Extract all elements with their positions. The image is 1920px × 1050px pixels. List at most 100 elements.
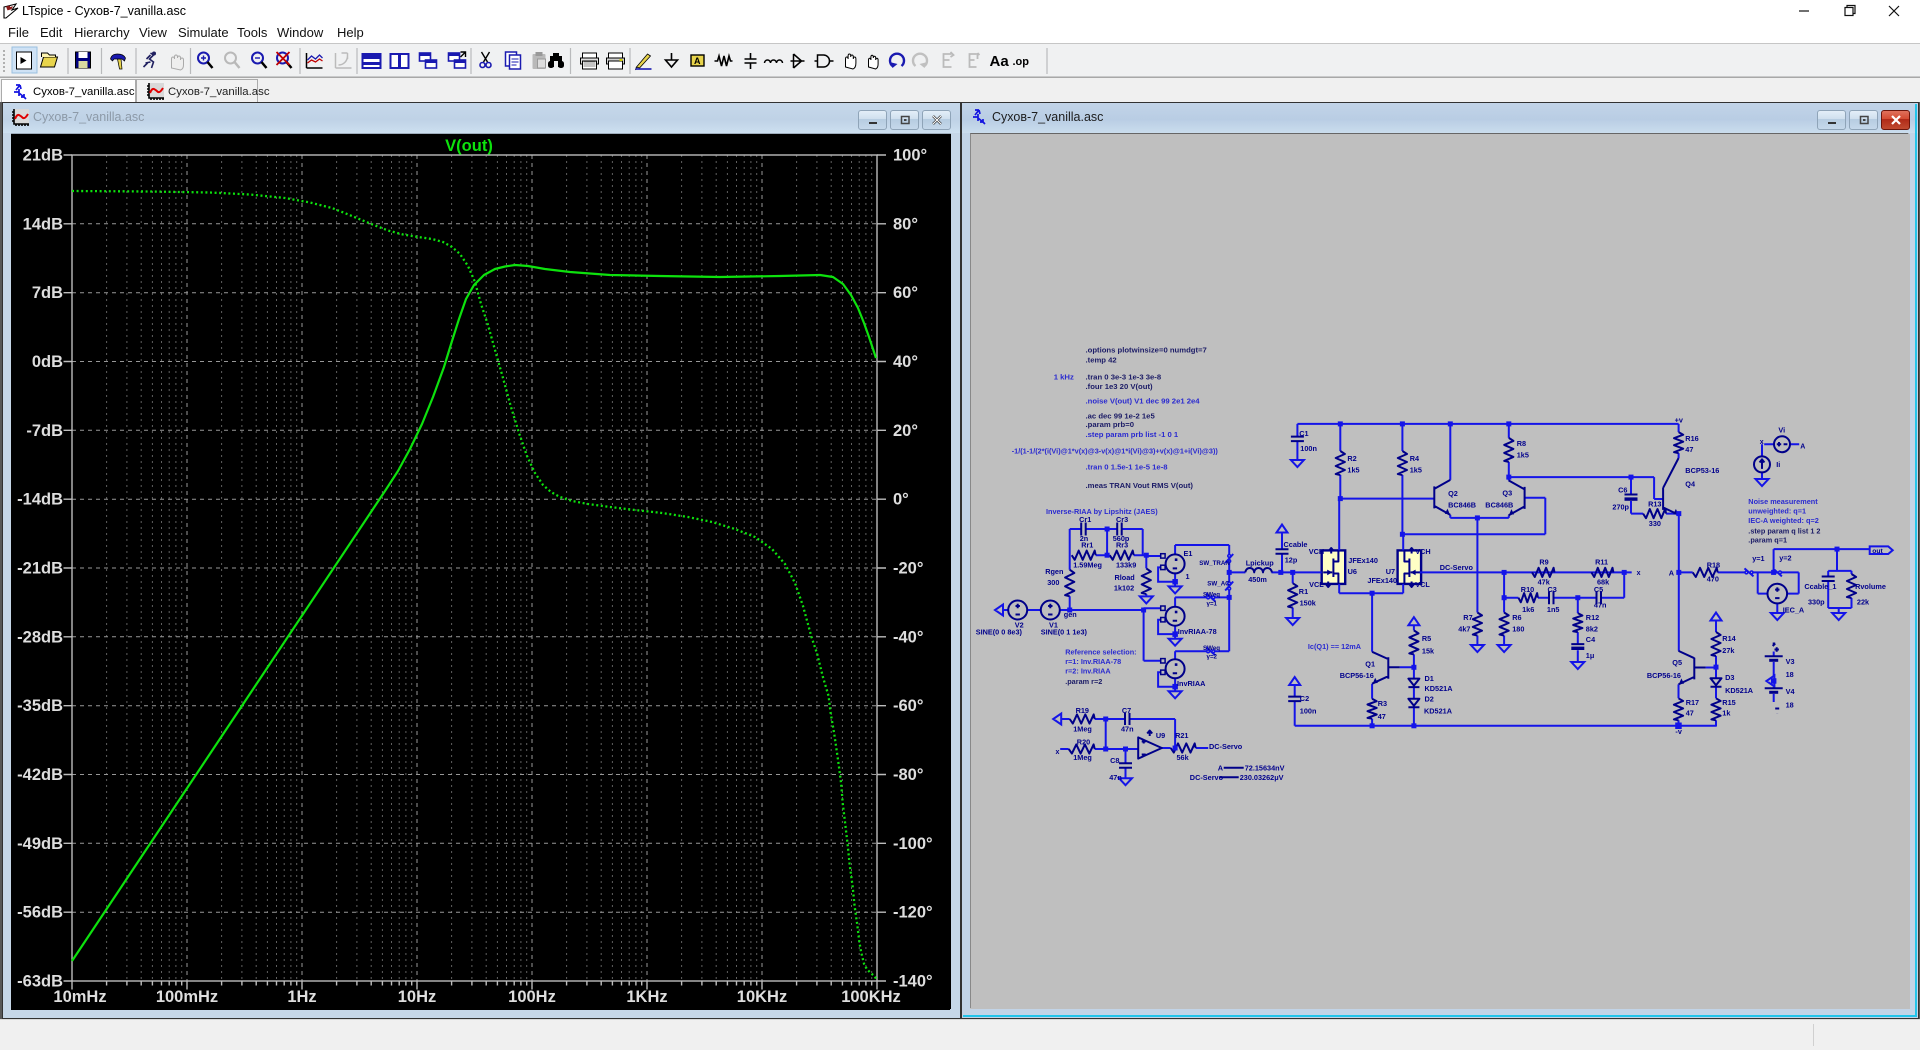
svg-text:x: x bbox=[1055, 749, 1059, 756]
svg-text:KD521A: KD521A bbox=[1424, 706, 1453, 715]
svg-text:SWeq: SWeq bbox=[1203, 592, 1220, 599]
svg-text:15k: 15k bbox=[1421, 646, 1434, 655]
svg-text:C7: C7 bbox=[1121, 706, 1130, 715]
svg-text:Q5: Q5 bbox=[1672, 658, 1682, 667]
svg-text:Noise measurement: Noise measurement bbox=[1748, 497, 1818, 506]
svg-text:R12: R12 bbox=[1585, 613, 1598, 622]
svg-text:BC846B: BC846B bbox=[1485, 500, 1513, 509]
svg-text:r=1: Inv.RIAA-78: r=1: Inv.RIAA-78 bbox=[1065, 657, 1121, 666]
svg-text:D2: D2 bbox=[1424, 695, 1433, 704]
svg-text:.temp 42: .temp 42 bbox=[1085, 356, 1116, 365]
svg-text:60°: 60° bbox=[893, 284, 918, 302]
svg-text:A: A bbox=[1668, 569, 1674, 578]
svg-text:SWeq: SWeq bbox=[1203, 645, 1220, 652]
svg-text:BCP56-16: BCP56-16 bbox=[1339, 671, 1373, 680]
svg-text:1k6: 1k6 bbox=[1522, 605, 1534, 614]
svg-text:-120°: -120° bbox=[893, 904, 933, 922]
svg-text:VCL: VCL bbox=[1309, 580, 1324, 589]
svg-text:Ic(Q1) == 12mA: Ic(Q1) == 12mA bbox=[1307, 642, 1361, 651]
svg-text:.meas TRAN Vout RMS V(out): .meas TRAN Vout RMS V(out) bbox=[1085, 481, 1193, 490]
svg-text:72.15634nV: 72.15634nV bbox=[1244, 763, 1284, 772]
svg-text:U9: U9 bbox=[1155, 731, 1164, 740]
svg-text:20°: 20° bbox=[893, 422, 918, 440]
svg-text:-7dB: -7dB bbox=[26, 422, 63, 440]
svg-text:U6: U6 bbox=[1347, 567, 1356, 576]
svg-text:C3: C3 bbox=[1547, 585, 1556, 594]
svg-text:Ccable_1: Ccable_1 bbox=[1804, 582, 1836, 591]
svg-text:300: 300 bbox=[1047, 578, 1059, 587]
svg-text:21dB: 21dB bbox=[22, 147, 62, 165]
svg-text:Rload: Rload bbox=[1114, 573, 1134, 582]
svg-text:1Hz: 1Hz bbox=[287, 988, 316, 1006]
svg-text:-20°: -20° bbox=[893, 560, 923, 578]
svg-text:.options plotwinsize=0 numdgt=: .options plotwinsize=0 numdgt=7 bbox=[1085, 345, 1206, 354]
svg-text:-42dB: -42dB bbox=[17, 766, 63, 784]
svg-text:IEC_A: IEC_A bbox=[1782, 605, 1804, 614]
svg-text:1k: 1k bbox=[1722, 709, 1731, 718]
svg-text:-14dB: -14dB bbox=[17, 491, 63, 509]
svg-text:A: A bbox=[694, 56, 701, 66]
svg-text:Q3: Q3 bbox=[1502, 489, 1512, 498]
svg-text:100mHz: 100mHz bbox=[155, 988, 217, 1006]
svg-text:100°: 100° bbox=[893, 147, 927, 165]
svg-text:Rvolume: Rvolume bbox=[1855, 582, 1886, 591]
svg-text:Cr3: Cr3 bbox=[1116, 515, 1128, 524]
svg-text:.tran 0 3e-3 1e-3 3e-8: .tran 0 3e-3 1e-3 3e-8 bbox=[1085, 372, 1161, 381]
svg-text:r=2: Inv.RIAA: r=2: Inv.RIAA bbox=[1065, 667, 1111, 676]
svg-text:C6: C6 bbox=[1618, 486, 1627, 495]
svg-text:E1: E1 bbox=[1183, 549, 1192, 558]
svg-text:470: 470 bbox=[1706, 575, 1718, 584]
svg-text:1k102: 1k102 bbox=[1113, 583, 1133, 592]
svg-text:V(out): V(out) bbox=[445, 137, 493, 155]
svg-text:Vi: Vi bbox=[1778, 425, 1785, 434]
svg-text:D1: D1 bbox=[1424, 674, 1433, 683]
svg-text:SW_AC: SW_AC bbox=[1207, 581, 1230, 588]
svg-text:D3: D3 bbox=[1725, 673, 1734, 682]
svg-text:-40°: -40° bbox=[893, 628, 923, 646]
svg-text:Cr1: Cr1 bbox=[1079, 515, 1091, 524]
svg-text:Q4: Q4 bbox=[1685, 480, 1696, 489]
svg-text:.ac dec 99 1e-2 1e5: .ac dec 99 1e-2 1e5 bbox=[1085, 412, 1155, 421]
svg-text:47n: 47n bbox=[1593, 600, 1606, 609]
svg-text:V4: V4 bbox=[1785, 687, 1795, 696]
svg-text:10KHz: 10KHz bbox=[736, 988, 786, 1006]
svg-text:-100°: -100° bbox=[893, 835, 933, 853]
svg-text:0°: 0° bbox=[893, 491, 909, 509]
svg-text:R18: R18 bbox=[1706, 561, 1719, 570]
svg-text:DC-Servo: DC-Servo bbox=[1189, 773, 1223, 782]
svg-text:100KHz: 100KHz bbox=[841, 988, 901, 1006]
svg-text:SINE(0 1 1e3): SINE(0 1 1e3) bbox=[1040, 628, 1087, 637]
svg-text:-49dB: -49dB bbox=[17, 835, 63, 853]
svg-text:230.03262μV: 230.03262μV bbox=[1239, 773, 1283, 782]
svg-text:-28dB: -28dB bbox=[17, 628, 63, 646]
svg-text:-v: -v bbox=[1675, 727, 1682, 736]
svg-text:22k: 22k bbox=[1856, 597, 1869, 606]
svg-text:1Meg: 1Meg bbox=[1073, 725, 1092, 734]
svg-text:.param prb=0: .param prb=0 bbox=[1085, 420, 1134, 429]
svg-text:C8: C8 bbox=[1110, 756, 1119, 765]
svg-text:80°: 80° bbox=[893, 215, 918, 233]
svg-text:R21: R21 bbox=[1175, 731, 1188, 740]
svg-text:U7: U7 bbox=[1385, 567, 1394, 576]
svg-text:V3: V3 bbox=[1785, 657, 1794, 666]
svg-text:R14: R14 bbox=[1722, 634, 1736, 643]
svg-text:InvRIAA: InvRIAA bbox=[1177, 679, 1206, 688]
svg-text:14dB: 14dB bbox=[22, 215, 62, 233]
svg-text:DC-Servo: DC-Servo bbox=[1439, 563, 1473, 572]
svg-text:gen: gen bbox=[1063, 610, 1076, 619]
svg-text:y=1: y=1 bbox=[1752, 554, 1764, 563]
svg-text:InvRIAA-78: InvRIAA-78 bbox=[1177, 627, 1216, 636]
svg-text:R7: R7 bbox=[1463, 613, 1472, 622]
svg-text:R3: R3 bbox=[1377, 699, 1386, 708]
svg-text:Q2: Q2 bbox=[1448, 489, 1458, 498]
svg-text:.four 1e3 20 V(out): .four 1e3 20 V(out) bbox=[1085, 382, 1153, 391]
svg-text:.op: .op bbox=[1013, 56, 1030, 68]
svg-text:1μ: 1μ bbox=[1585, 651, 1594, 660]
svg-text:R15: R15 bbox=[1722, 698, 1735, 707]
svg-text:R8: R8 bbox=[1516, 439, 1525, 448]
svg-text:R16: R16 bbox=[1685, 434, 1698, 443]
svg-text:1 kHz: 1 kHz bbox=[1053, 372, 1073, 381]
svg-text:C4: C4 bbox=[1585, 635, 1595, 644]
svg-text:8k2: 8k2 bbox=[1585, 625, 1597, 634]
svg-text:180: 180 bbox=[1512, 625, 1524, 634]
